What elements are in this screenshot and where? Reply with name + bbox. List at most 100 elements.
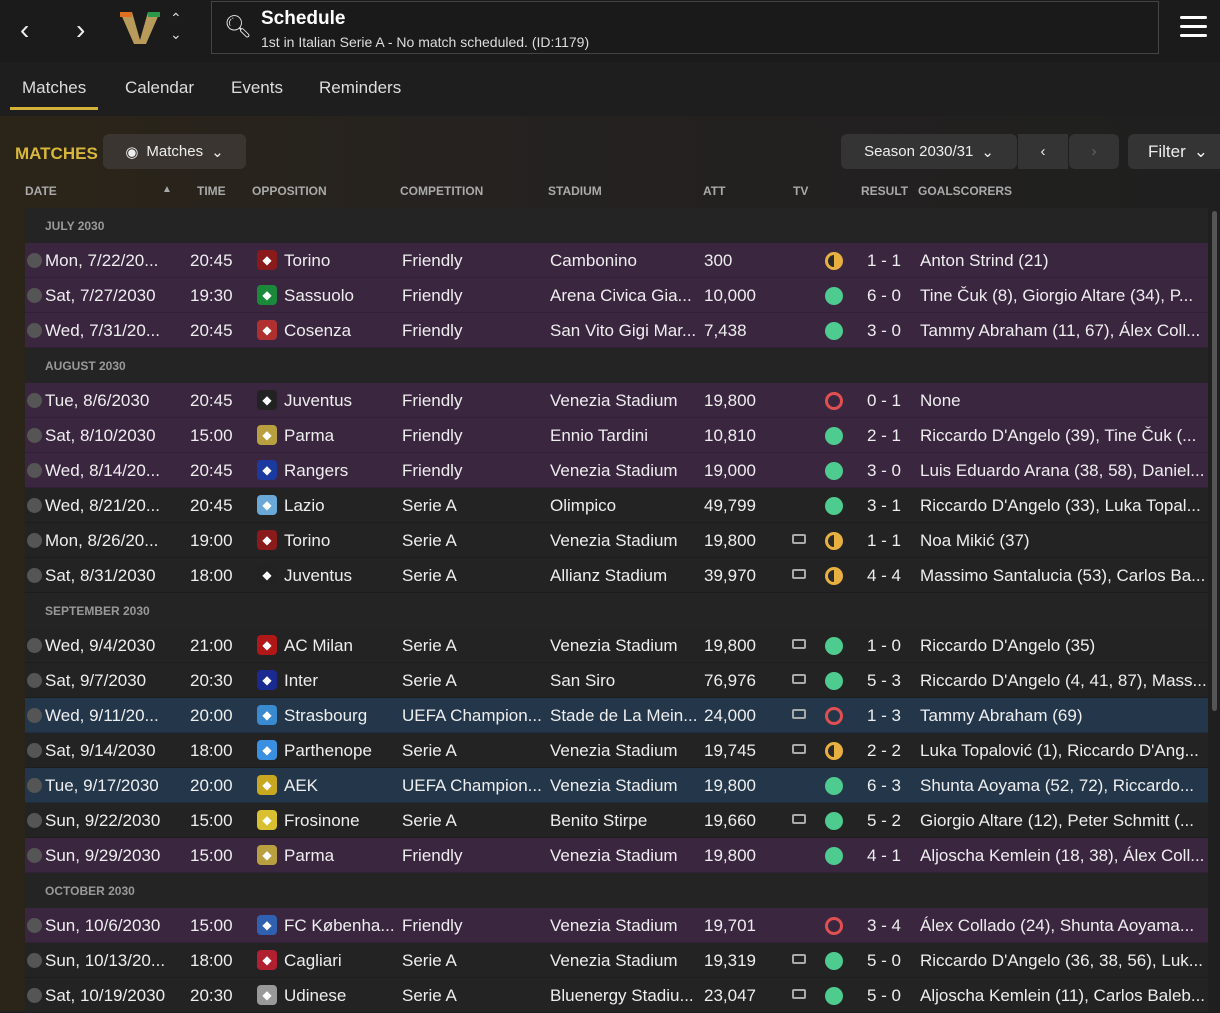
goalscorers-cell: Giorgio Altare (12), Peter Schmitt (...	[920, 811, 1194, 830]
club-switch-icon[interactable]: ⌃ ⌄	[170, 10, 182, 42]
result-win-icon	[825, 987, 843, 1005]
time-cell: 20:30	[190, 986, 233, 1005]
competition-cell: Serie A	[402, 496, 457, 515]
table-row[interactable]: Tue, 8/6/2030 20:45 ◆ Juventus Friendly Venez…	[25, 383, 1208, 418]
stadium-cell: Venezia Stadium	[550, 741, 678, 760]
forward-button[interactable]: ›	[76, 14, 85, 46]
competition-cell: Serie A	[402, 951, 457, 970]
col-opposition[interactable]: OPPOSITION	[252, 184, 327, 198]
competition-cell: Serie A	[402, 986, 457, 1005]
back-button[interactable]: ‹	[20, 14, 29, 46]
search-icon: 🔍︎	[224, 14, 252, 39]
col-competition[interactable]: COMPETITION	[400, 184, 483, 198]
result-draw-icon	[825, 532, 843, 550]
check-icon	[27, 638, 42, 653]
date-cell: Wed, 9/11/20...	[45, 706, 159, 725]
next-season-button[interactable]: ›	[1069, 134, 1119, 169]
attendance-cell: 19,701	[704, 916, 756, 935]
table-row[interactable]: Wed, 9/11/20... 20:00 ◆ Strasbourg UEFA Cham…	[25, 698, 1208, 733]
table-row[interactable]: Sat, 8/31/2030 18:00 ◆ Juventus Serie A Allia…	[25, 558, 1208, 593]
club-crest-icon: ◆	[257, 320, 277, 340]
table-row[interactable]: Wed, 8/21/20... 20:45 ◆ Lazio Serie A Olimpic…	[25, 488, 1208, 523]
table-row[interactable]: Sun, 10/6/2030 15:00 ◆ FC Københa... Friendl…	[25, 908, 1208, 943]
table-row[interactable]: Mon, 8/26/20... 19:00 ◆ Torino Serie A Venezi…	[25, 523, 1208, 558]
table-row[interactable]: Sun, 9/22/2030 15:00 ◆ Frosinone Serie A Beni…	[25, 803, 1208, 838]
table-row[interactable]: Sun, 10/13/20... 18:00 ◆ Cagliari Serie A Ven…	[25, 943, 1208, 978]
attendance-cell: 19,000	[704, 461, 756, 480]
col-stadium[interactable]: STADIUM	[548, 184, 602, 198]
table-row[interactable]: Tue, 9/17/2030 20:00 ◆ AEK UEFA Champion... V…	[25, 768, 1208, 803]
attendance-cell: 19,319	[704, 951, 756, 970]
season-dropdown[interactable]: Season 2030/31 ⌄	[841, 134, 1017, 169]
time-cell: 19:30	[190, 286, 233, 305]
table-row[interactable]: Sat, 9/14/2030 18:00 ◆ Parthenope Serie A Ven…	[25, 733, 1208, 768]
scrollbar[interactable]	[1212, 211, 1217, 711]
club-crest-icon: ◆	[257, 530, 277, 550]
result-win-icon	[825, 497, 843, 515]
stadium-cell: Venezia Stadium	[550, 461, 678, 480]
competition-cell: Serie A	[402, 566, 457, 585]
time-cell: 20:00	[190, 706, 233, 725]
sort-asc-icon[interactable]: ▲	[162, 184, 172, 195]
table-row[interactable]: Sat, 7/27/2030 19:30 ◆ Sassuolo Friendly Aren…	[25, 278, 1208, 313]
table-row[interactable]: Sat, 8/10/2030 15:00 ◆ Parma Friendly Ennio T…	[25, 418, 1208, 453]
attendance-cell: 39,970	[704, 566, 756, 585]
club-crest-icon: ◆	[257, 425, 277, 445]
date-cell: Tue, 8/6/2030	[45, 391, 150, 410]
prev-season-button[interactable]: ‹	[1018, 134, 1068, 169]
table-row[interactable]: Mon, 7/22/20... 20:45 ◆ Torino Friendly Cambo…	[25, 243, 1208, 278]
club-crest-icon: ◆	[257, 250, 277, 270]
stadium-cell: Venezia Stadium	[550, 776, 678, 795]
table-row[interactable]: Wed, 7/31/20... 20:45 ◆ Cosenza Friendly San …	[25, 313, 1208, 348]
club-crest-icon: ◆	[257, 775, 277, 795]
opposition-cell: Parma	[284, 846, 335, 865]
opposition-cell: Rangers	[284, 461, 349, 480]
date-cell: Sun, 10/13/20...	[45, 951, 166, 970]
goalscorers-cell: Aljoscha Kemlein (11), Carlos Baleb...	[920, 986, 1206, 1005]
result-cell: 4 - 1	[866, 846, 902, 865]
col-date[interactable]: DATE	[25, 184, 57, 198]
result-cell: 3 - 4	[866, 916, 902, 935]
tab-reminders[interactable]: Reminders	[319, 78, 401, 98]
menu-icon[interactable]	[1180, 16, 1207, 43]
tab-matches[interactable]: Matches	[10, 78, 99, 110]
tab-events[interactable]: Events	[231, 78, 283, 98]
opposition-cell: Juventus	[284, 566, 353, 585]
table-row[interactable]: Sat, 9/7/2030 20:30 ◆ Inter Serie A San Siro 7…	[25, 663, 1208, 698]
goalscorers-cell: Aljoscha Kemlein (18, 38), Álex Coll...	[920, 846, 1205, 865]
col-time[interactable]: TIME	[197, 184, 226, 198]
attendance-cell: 7,438	[704, 321, 747, 340]
col-att[interactable]: ATT	[703, 184, 725, 198]
check-icon	[27, 708, 42, 723]
date-cell: Sun, 9/29/2030	[45, 846, 161, 865]
search-bar[interactable]: 🔍︎ Schedule 1st in Italian Serie A - No …	[211, 1, 1159, 54]
time-cell: 20:45	[190, 496, 233, 515]
stadium-cell: Venezia Stadium	[550, 846, 678, 865]
table-row[interactable]: Wed, 9/4/2030 21:00 ◆ AC Milan Serie A Venezi…	[25, 628, 1208, 663]
col-result[interactable]: RESULT	[861, 184, 908, 198]
table-row[interactable]: Wed, 8/14/20... 20:45 ◆ Rangers Friendly Vene…	[25, 453, 1208, 488]
col-goalscorers[interactable]: GOALSCORERS	[918, 184, 1012, 198]
club-crest-icon: ◆	[257, 915, 277, 935]
opposition-cell: Parma	[284, 426, 335, 445]
result-cell: 6 - 3	[866, 776, 902, 795]
check-icon	[27, 988, 42, 1003]
club-logo-icon[interactable]	[118, 10, 162, 46]
competition-cell: UEFA Champion...	[402, 776, 542, 795]
tab-calendar[interactable]: Calendar	[125, 78, 194, 98]
view-dropdown[interactable]: ◉ Matches ⌄	[103, 134, 246, 169]
section-title: MATCHES	[15, 144, 98, 163]
table-row[interactable]: Sun, 9/29/2030 15:00 ◆ Parma Friendly Venezia…	[25, 838, 1208, 873]
table-row[interactable]: Sat, 10/19/2030 20:30 ◆ Udinese Serie A Bluen…	[25, 978, 1208, 1013]
chevron-down-icon: ⌄	[211, 143, 224, 161]
attendance-cell: 23,047	[704, 986, 756, 1005]
opposition-cell: Sassuolo	[284, 286, 354, 305]
opposition-cell: Torino	[284, 251, 331, 270]
filter-dropdown[interactable]: Filter ⌄	[1128, 134, 1220, 169]
stadium-cell: Cambonino	[550, 251, 637, 270]
month-header: JULY 2030	[25, 208, 1208, 243]
stadium-cell: Venezia Stadium	[550, 951, 678, 970]
goalscorers-cell: None	[920, 391, 961, 410]
month-header: OCTOBER 2030	[25, 873, 1208, 908]
col-tv[interactable]: TV	[793, 184, 808, 198]
